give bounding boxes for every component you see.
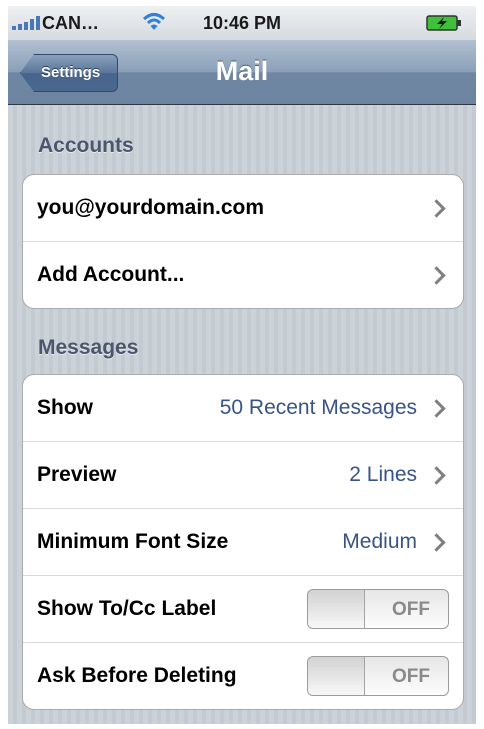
preview-value: 2 Lines [349,463,417,486]
chevron-right-icon [427,466,446,485]
ask-before-deleting-toggle[interactable]: OFF [307,656,449,696]
chevron-right-icon [427,399,446,418]
accounts-section-header: Accounts [38,134,134,157]
status-bar: CAN… 10:46 PM [8,6,476,40]
account-email-label: you@yourdomain.com [37,196,265,219]
battery-charging-icon [426,15,461,31]
messages-group: Show 50 Recent Messages Preview 2 Lines … [22,374,464,710]
add-account-label: Add Account... [37,263,185,286]
show-to-cc-toggle[interactable]: OFF [307,589,449,629]
show-to-cc-label: Show To/Cc Label [37,597,217,620]
accounts-group: you@yourdomain.com Add Account... [22,174,464,309]
toggle-state: OFF [392,599,430,620]
status-time: 10:46 PM [202,13,282,33]
ask-before-deleting-row: Ask Before Deleting OFF [23,643,463,709]
phone-screen: CAN… 10:46 PM Settings Mail Accounts you… [8,6,476,724]
show-value: 50 Recent Messages [219,396,417,419]
chevron-right-icon [427,533,446,552]
toggle-state: OFF [392,666,430,687]
minimum-font-size-value: Medium [342,530,417,553]
add-account-row[interactable]: Add Account... [23,242,463,308]
preview-row[interactable]: Preview 2 Lines [23,442,463,509]
toggle-knob [308,590,365,628]
account-row[interactable]: you@yourdomain.com [23,175,463,242]
navigation-bar: Settings Mail [8,40,476,105]
minimum-font-size-row[interactable]: Minimum Font Size Medium [23,509,463,576]
show-to-cc-row: Show To/Cc Label OFF [23,576,463,643]
ask-before-deleting-label: Ask Before Deleting [37,664,237,687]
toggle-knob [308,657,365,695]
chevron-right-icon [427,199,446,218]
messages-section-header: Messages [38,336,139,359]
preview-label: Preview [37,463,117,486]
show-label: Show [37,396,93,419]
minimum-font-size-label: Minimum Font Size [37,530,229,553]
show-messages-row[interactable]: Show 50 Recent Messages [23,375,463,442]
chevron-right-icon [427,266,446,285]
page-title: Mail [215,56,269,86]
